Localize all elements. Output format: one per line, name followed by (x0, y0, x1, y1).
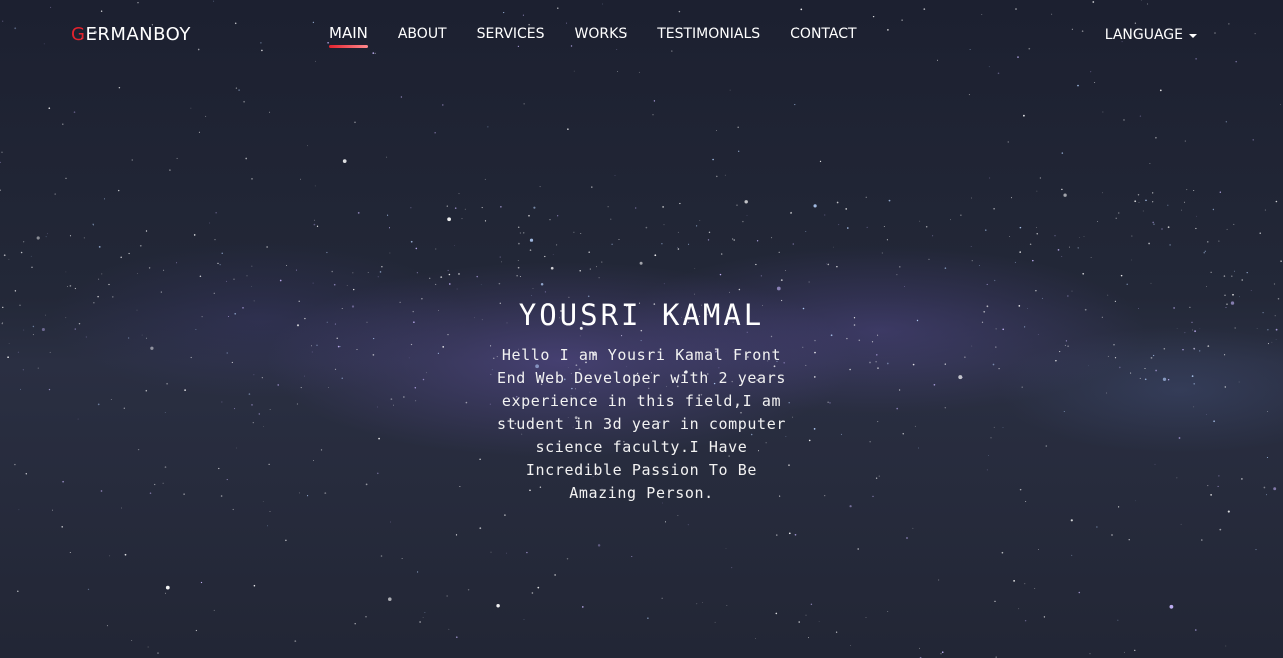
nav-item-works[interactable]: WORKS (575, 26, 628, 48)
nav-item-services[interactable]: SERVICES (477, 26, 545, 48)
nav-item-about[interactable]: ABOUT (398, 26, 447, 48)
navbar: GERMANBOY MAIN ABOUT SERVICES WORKS TEST… (0, 0, 1283, 70)
main-nav: MAIN ABOUT SERVICES WORKS TESTIMONIALS C… (329, 24, 857, 48)
caret-down-icon (1189, 34, 1197, 38)
page: GERMANBOY MAIN ABOUT SERVICES WORKS TEST… (0, 0, 1283, 658)
hero-title: YOUSRI KAMAL (518, 298, 765, 332)
language-label: LANGUAGE (1104, 27, 1183, 43)
hero-section: YOUSRI KAMAL Hello I am Yousri Kamal Fro… (0, 298, 1283, 505)
brand-logo[interactable]: GERMANBOY (71, 24, 191, 45)
nav-item-contact[interactable]: CONTACT (790, 26, 856, 48)
hero-description: Hello I am Yousri Kamal Front End Web De… (497, 346, 786, 502)
nav-item-main[interactable]: MAIN (329, 24, 368, 48)
brand-name-rest: ERMANBOY (85, 24, 191, 45)
brand-first-letter: G (71, 24, 86, 45)
language-dropdown[interactable]: LANGUAGE (1105, 27, 1197, 43)
nav-item-testimonials[interactable]: TESTIMONIALS (657, 26, 760, 48)
